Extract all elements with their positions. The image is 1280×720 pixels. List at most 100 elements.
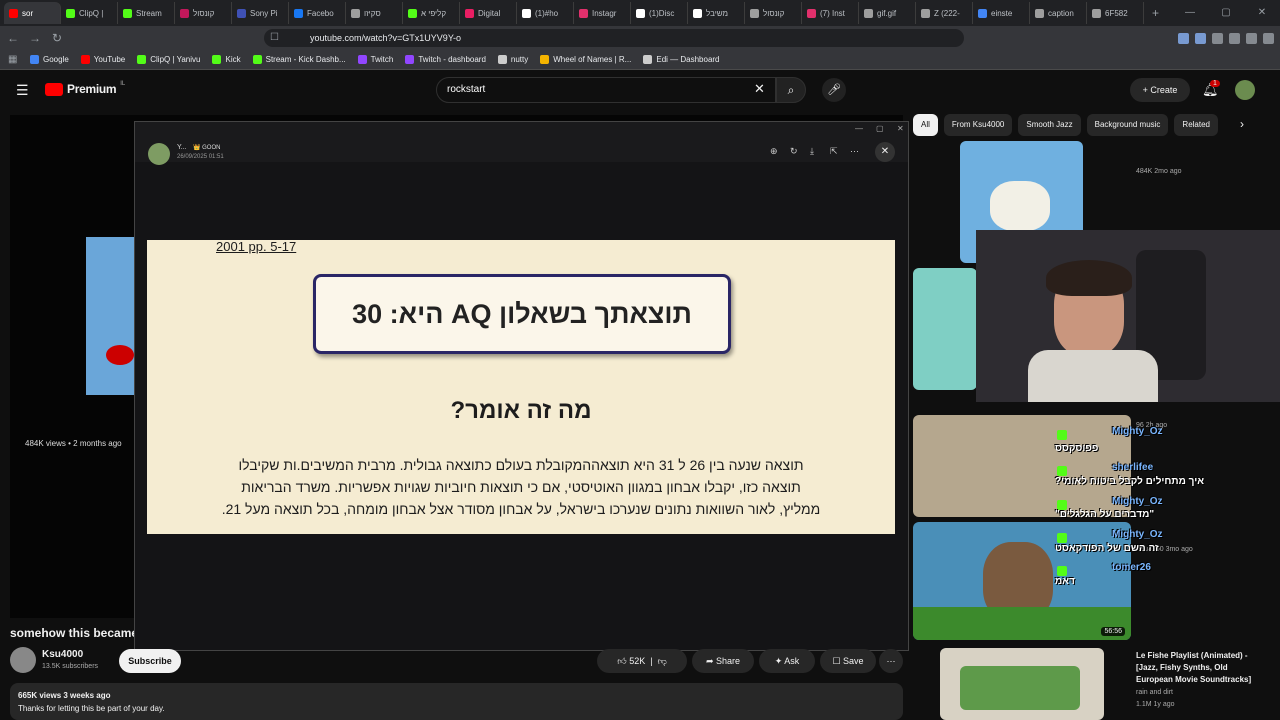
slide-question: מה זה אומר? [450,397,592,424]
browser-tab[interactable]: Digital [460,2,517,24]
filter-chip[interactable]: Background music [1086,114,1169,136]
browser-tab[interactable]: Facebo [289,2,346,24]
avatar[interactable] [1235,80,1255,100]
apps-icon[interactable]: ▦ [8,54,17,65]
filter-chip[interactable]: From Ksu4000 [943,114,1013,136]
ask-button[interactable]: ✦ Ask [759,649,815,673]
tab-favicon-icon [123,8,132,18]
like-dislike-button[interactable]: 👍︎ 52K | 👎︎ [597,649,687,673]
slide-reference[interactable]: 2001 pp. 5-17 [216,239,296,254]
bookmarks-bar: Google YouTube ClipQ | Yanivu Kick Stream - … [0,50,1280,70]
bookmark-favicon-icon [405,55,415,64]
minimize-icon[interactable]: — [1172,0,1208,26]
close-viewer-icon[interactable]: ✕ [875,142,895,162]
zoom-icon[interactable]: ⊕ [770,146,778,157]
share-button[interactable]: ➦ Share [692,649,754,673]
browser-tab[interactable]: קליפי א [403,2,460,24]
download-icon[interactable]: ⤓ [810,146,814,157]
extension-icon[interactable] [1212,32,1223,44]
channel-name[interactable]: Ksu4000 [42,649,83,660]
result-text: תוצאתך בשאלון AQ היא: 30 [352,298,692,329]
open-external-icon[interactable]: ⇱ [830,146,838,157]
sidebar-thumbnail[interactable]: 56:56 [913,522,1131,640]
bookmark-item[interactable]: YouTube [80,55,125,64]
video-frame-detail [106,345,134,365]
browser-tab[interactable]: 6F582 [1087,2,1144,24]
poster-avatar [148,143,170,165]
modal-maximize-icon[interactable]: ▢ [876,124,884,133]
browser-tab[interactable]: sor [4,2,61,24]
browser-tab[interactable]: סקיזו [346,2,403,24]
browser-tab[interactable]: (7) Inst [802,2,859,24]
bookmark-item[interactable]: nutty [497,55,528,64]
subscribe-button[interactable]: Subscribe [119,649,181,673]
filter-chip[interactable]: Related [1174,114,1218,136]
bookmark-item[interactable]: Twitch - dashboard [405,55,486,64]
browser-tab[interactable]: Z (222- [916,2,973,24]
channel-avatar[interactable] [10,647,36,673]
extension-icon[interactable] [1229,32,1240,44]
mic-icon[interactable]: 🎤︎ [822,78,846,102]
bookmark-icon[interactable]: ☐ [270,32,279,43]
description-box[interactable]: 665K views 3 weeks ago Thanks for lettin… [10,683,903,720]
tab-favicon-icon [864,8,873,18]
browser-tab[interactable]: (1)Disc [631,2,688,24]
browser-tab[interactable]: caption [1030,2,1087,24]
bookmark-item[interactable]: Stream - Kick Dashb... [252,55,346,64]
more-actions-button[interactable]: ⋯ [879,649,903,673]
clear-search-icon[interactable]: ✕ [754,81,765,97]
chat-username: Mighty_Oz [1112,529,1163,540]
more-icon[interactable]: ⋯ [850,146,859,157]
maximize-icon[interactable]: ▢ [1208,0,1244,26]
hamburger-icon[interactable]: ☰ [16,82,29,99]
bookmark-item[interactable]: Kick [212,55,241,64]
bookmark-item[interactable]: ClipQ | Yanivu [137,55,200,64]
search-button[interactable]: ⌕ [776,77,806,103]
browser-tab[interactable]: Sony Pi [232,2,289,24]
extension-icon[interactable] [1178,32,1189,44]
new-tab-button[interactable]: + [1152,6,1159,20]
bookmark-item[interactable]: Wheel of Names | R... [540,55,631,64]
bookmark-item[interactable]: Google [30,55,69,64]
chat-username: Mighty_Oz [1112,426,1163,437]
browser-tab[interactable]: קונסול [745,2,802,24]
sidebar-thumbnail[interactable] [913,415,1131,517]
chat-message: פפוסקסס [1055,443,1099,454]
tab-label: ClipQ | [79,8,104,18]
sidebar-thumbnail[interactable] [913,268,977,390]
url-field[interactable]: youtube.com/watch?v=GTx1UYV9Y-o [264,29,964,47]
filter-chip[interactable]: All [913,114,938,136]
browser-tab[interactable]: einste [973,2,1030,24]
forward-icon[interactable]: → [26,31,44,45]
rotate-icon[interactable]: ↻ [790,146,798,157]
menu-icon[interactable] [1263,32,1274,44]
modal-close-icon[interactable]: ✕ [897,124,904,133]
bookmark-item[interactable]: Twitch [357,55,393,64]
video-title: somehow this became [10,626,134,640]
close-window-icon[interactable]: ✕ [1244,0,1280,26]
modal-minimize-icon[interactable]: — [855,124,863,133]
sidepanel-icon[interactable] [1246,32,1257,44]
sidebar-thumbnail[interactable] [940,648,1104,720]
browser-tab[interactable]: קונסול [175,2,232,24]
create-button[interactable]: + Create [1130,78,1190,102]
tab-label: סקיזו [364,8,381,18]
save-button[interactable]: ☐ Save [820,649,876,673]
browser-tab[interactable]: משיבל [688,2,745,24]
search-input[interactable]: rockstart [436,77,776,103]
thumb-figure [990,181,1050,231]
filter-chip[interactable]: Smooth Jazz [1018,114,1081,136]
extension-icon[interactable] [1195,32,1206,44]
browser-tab[interactable]: (1)#ho [517,2,574,24]
sidebar-video-title[interactable]: Le Fishe Playlist (Animated) - [Jazz, Fi… [1136,650,1266,686]
bookmark-item[interactable]: Edi — Dashboard [643,55,720,64]
browser-tab[interactable]: Stream [118,2,175,24]
back-icon[interactable]: ← [4,31,22,45]
browser-tab[interactable]: ClipQ | [61,2,118,24]
webcam-overlay [976,230,1280,402]
browser-tab[interactable]: Instagr [574,2,631,24]
reload-icon[interactable]: ↻ [48,31,66,45]
browser-tab[interactable]: gif.gif [859,2,916,24]
chevron-right-icon[interactable]: › [1240,117,1244,131]
youtube-logo[interactable]: Premium IL [45,81,125,96]
